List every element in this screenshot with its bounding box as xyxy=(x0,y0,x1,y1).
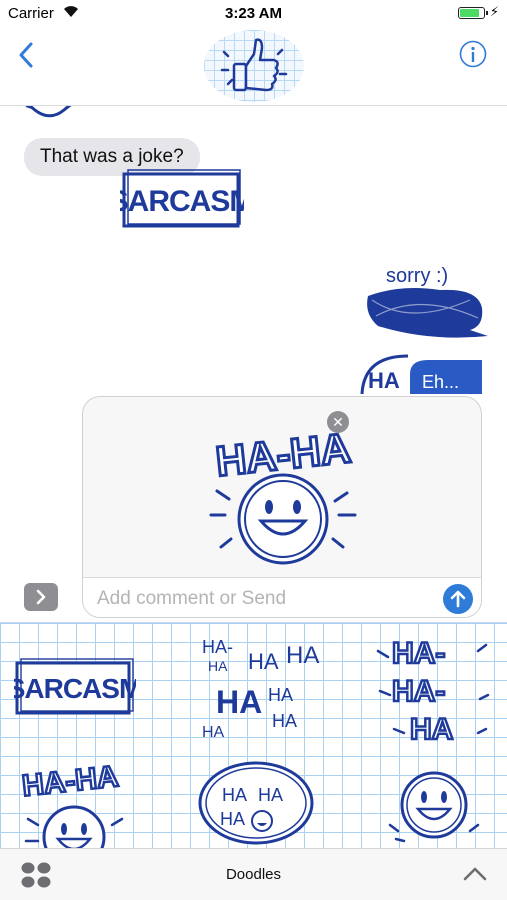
svg-text:HA-: HA- xyxy=(392,675,445,708)
arrow-up-icon xyxy=(450,590,466,608)
svg-text:HA: HA xyxy=(208,658,228,674)
thumbs-up-icon xyxy=(220,38,288,92)
battery-icon xyxy=(458,7,488,19)
remove-sticker-button[interactable]: ✕ xyxy=(327,411,349,433)
ha-ha-preview-sticker: HA-HA xyxy=(209,423,357,565)
svg-text:HA: HA xyxy=(272,711,297,731)
svg-text:HA: HA xyxy=(286,642,319,669)
svg-text:HA: HA xyxy=(268,685,293,705)
app-drawer-bar: Doodles xyxy=(0,848,507,900)
svg-text:HA: HA xyxy=(216,684,262,720)
status-bar: Carrier 3:23 AM ⚡ xyxy=(0,0,507,28)
chevron-right-icon xyxy=(36,589,46,605)
drawer-sticker-ha-cluster[interactable]: HA- HA HA HA HA HA HA HA xyxy=(196,629,326,747)
sorry-sticker[interactable]: sorry :) xyxy=(360,256,490,340)
compose-panel: HA-HA ✕ xyxy=(82,396,482,618)
clock: 3:23 AM xyxy=(225,5,282,22)
svg-text:HA-: HA- xyxy=(392,637,445,670)
drawer-sticker-ha-bubble[interactable]: HA HA HA xyxy=(194,759,318,848)
expand-apps-button[interactable] xyxy=(24,583,58,611)
svg-text:Eh...: Eh... xyxy=(422,372,459,392)
svg-text:SARCASM: SARCASM xyxy=(14,673,136,704)
conversation-header xyxy=(0,28,507,106)
svg-text:HA: HA xyxy=(220,809,245,829)
svg-text:HA: HA xyxy=(222,785,247,805)
svg-text:sorry :): sorry :) xyxy=(386,265,448,287)
sarcasm-sticker[interactable]: SARCASM xyxy=(120,168,244,230)
svg-text:HA: HA xyxy=(258,785,283,805)
contact-avatar[interactable] xyxy=(204,30,304,102)
svg-text:HA: HA xyxy=(248,649,279,674)
sticker-drawer[interactable]: SARCASM HA- HA HA HA HA HA HA HA HA- HA-… xyxy=(0,622,507,848)
send-button[interactable] xyxy=(443,584,473,614)
svg-text:HA-HA: HA-HA xyxy=(20,760,120,803)
svg-text:SARCASM: SARCASM xyxy=(120,185,244,218)
message-text: That was a joke? xyxy=(40,146,184,167)
comment-field xyxy=(83,577,481,617)
info-icon[interactable] xyxy=(459,40,487,68)
charging-icon: ⚡ xyxy=(489,4,499,19)
heart-sticker[interactable] xyxy=(12,106,112,128)
chevron-up-icon[interactable] xyxy=(461,863,489,885)
drawer-sticker-ha-stack[interactable]: HA- HA- HA xyxy=(374,629,494,747)
drawer-sticker-ha-ha-face[interactable]: HA-HA xyxy=(12,755,136,848)
svg-text:HA: HA xyxy=(410,713,453,746)
svg-text:HA: HA xyxy=(202,724,225,741)
back-chevron-icon[interactable] xyxy=(12,38,42,72)
app-title: Doodles xyxy=(225,866,282,883)
comment-input[interactable] xyxy=(97,586,427,612)
drawer-sticker-smiley[interactable] xyxy=(384,767,484,848)
sticker-preview: HA-HA xyxy=(83,397,481,575)
svg-text:HA-: HA- xyxy=(202,637,233,657)
ha-eh-stickers[interactable]: HA Eh... xyxy=(358,350,488,394)
drawer-sticker-sarcasm[interactable]: SARCASM xyxy=(14,657,136,719)
svg-text:HA: HA xyxy=(368,368,400,393)
